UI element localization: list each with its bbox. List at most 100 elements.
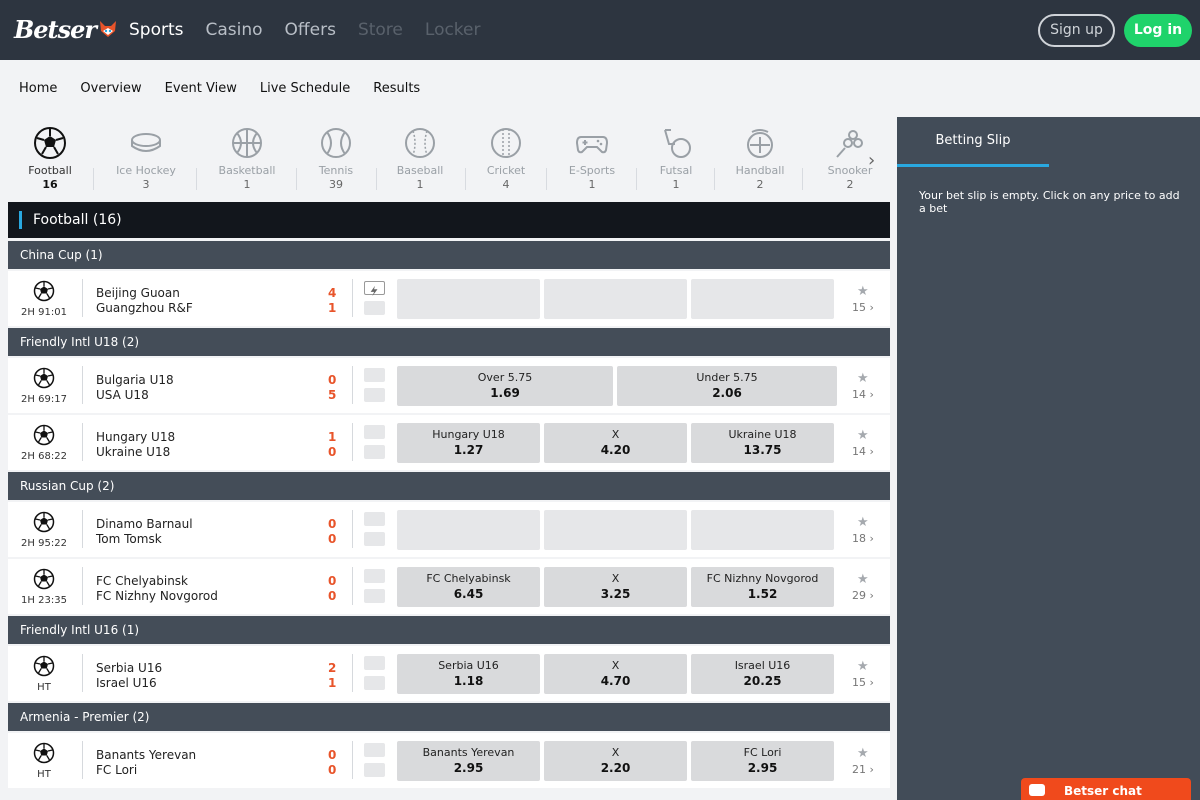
- league-header[interactable]: China Cup (1): [8, 241, 890, 269]
- brand-logo[interactable]: Betser: [14, 14, 118, 44]
- sport-futsal[interactable]: Futsal 1: [646, 120, 706, 200]
- home-team[interactable]: Hungary U18: [96, 430, 175, 444]
- more-markets-link[interactable]: 15 ›: [852, 676, 874, 689]
- star-icon[interactable]: ★: [857, 284, 869, 299]
- away-team[interactable]: Tom Tomsk: [96, 532, 162, 546]
- subnav-live-schedule[interactable]: Live Schedule: [260, 81, 350, 96]
- home-team[interactable]: Dinamo Barnaul: [96, 517, 193, 531]
- odds-price: 20.25: [743, 674, 782, 688]
- home-team[interactable]: FC Chelyabinsk: [96, 574, 188, 588]
- odds-button[interactable]: Serbia U16 1.18: [397, 654, 540, 694]
- event-row[interactable]: HT Serbia U16 Israel U16 2 1 Serbia U16 1.18 X 4…: [8, 646, 890, 701]
- event-row[interactable]: 2H 95:22 Dinamo Barnaul Tom Tomsk 0 0 ★ 18 ›: [8, 502, 890, 557]
- star-icon[interactable]: ★: [857, 515, 869, 530]
- subnav-home[interactable]: Home: [19, 81, 57, 96]
- star-icon[interactable]: ★: [857, 371, 869, 386]
- home-team[interactable]: Bulgaria U18: [96, 373, 174, 387]
- sign-up-button[interactable]: Sign up: [1038, 14, 1115, 47]
- home-team[interactable]: Serbia U16: [96, 661, 162, 675]
- event-row[interactable]: 2H 91:01 Beijing Guoan Guangzhou R&F 4 1 ★ 15 …: [8, 271, 890, 326]
- more-markets-link[interactable]: 15 ›: [852, 301, 874, 314]
- away-team[interactable]: USA U18: [96, 388, 149, 402]
- divider: [196, 168, 197, 190]
- event-row[interactable]: HT Banants Yerevan FC Lori 0 0 Banants Yereva…: [8, 733, 890, 788]
- odds-button[interactable]: Under 5.75 2.06: [617, 366, 837, 406]
- sub-nav: Home Overview Event View Live Schedule R…: [0, 60, 1200, 117]
- odds-placeholder: [397, 510, 540, 550]
- odds-button[interactable]: X 3.25: [544, 567, 687, 607]
- event-row[interactable]: 1H 23:35 FC Chelyabinsk FC Nizhny Novgorod…: [8, 559, 890, 614]
- nav-casino[interactable]: Casino: [195, 0, 274, 60]
- match-clock: 2H 69:17: [21, 394, 67, 405]
- sport-e-sports[interactable]: E-Sports 1: [558, 120, 626, 200]
- nav-store[interactable]: Store: [347, 0, 414, 60]
- log-in-button[interactable]: Log in: [1124, 14, 1192, 47]
- away-team[interactable]: Guangzhou R&F: [96, 301, 193, 315]
- odds-button[interactable]: X 4.20: [544, 423, 687, 463]
- sport-basketball[interactable]: Basketball 1: [211, 120, 283, 200]
- odds-button[interactable]: Over 5.75 1.69: [397, 366, 613, 406]
- sport-cricket[interactable]: Cricket 4: [476, 120, 536, 200]
- star-icon[interactable]: ★: [857, 659, 869, 674]
- more-markets-link[interactable]: 14 ›: [852, 445, 874, 458]
- sport-tennis[interactable]: Tennis 39: [306, 120, 366, 200]
- divider: [82, 741, 83, 779]
- odds-placeholder: [397, 279, 540, 319]
- odds-button[interactable]: FC Lori 2.95: [691, 741, 834, 781]
- subnav-event-view[interactable]: Event View: [165, 81, 237, 96]
- more-markets-link[interactable]: 18 ›: [852, 532, 874, 545]
- tab-betting-slip[interactable]: Betting Slip: [897, 117, 1049, 167]
- odds-button[interactable]: Hungary U18 1.27: [397, 423, 540, 463]
- stat-indicator: [364, 589, 385, 603]
- nav-sports[interactable]: Sports: [118, 0, 195, 60]
- league-header[interactable]: Friendly Intl U18 (2): [8, 328, 890, 356]
- league-header[interactable]: Friendly Intl U16 (1): [8, 616, 890, 644]
- sport-handball[interactable]: Handball 2: [730, 120, 790, 200]
- sports-ribbon: Football 16 Ice Hockey 3 Basketball 1 Te…: [8, 120, 890, 200]
- away-team[interactable]: FC Nizhny Novgorod: [96, 589, 218, 603]
- home-score: 2: [328, 661, 337, 675]
- away-score: 0: [328, 763, 337, 777]
- more-markets-link[interactable]: 21 ›: [852, 763, 874, 776]
- away-team[interactable]: Israel U16: [96, 676, 157, 690]
- subnav-results[interactable]: Results: [373, 81, 420, 96]
- more-markets-link[interactable]: 29 ›: [852, 589, 874, 602]
- lightning-icon[interactable]: [364, 281, 385, 297]
- star-icon[interactable]: ★: [857, 746, 869, 761]
- event-row[interactable]: 2H 68:22 Hungary U18 Ukraine U18 1 0 Hungary …: [8, 415, 890, 470]
- odds-placeholder: [544, 510, 687, 550]
- star-icon[interactable]: ★: [857, 428, 869, 443]
- home-team[interactable]: Banants Yerevan: [96, 748, 196, 762]
- odds-button[interactable]: Ukraine U18 13.75: [691, 423, 834, 463]
- odds-button[interactable]: FC Nizhny Novgorod 1.52: [691, 567, 834, 607]
- odds-button[interactable]: FC Chelyabinsk 6.45: [397, 567, 540, 607]
- event-row[interactable]: 2H 69:17 Bulgaria U18 USA U18 0 5 Over 5.75 1.…: [8, 358, 890, 413]
- odds-label: X: [611, 572, 620, 585]
- fox-logo-icon: [100, 21, 117, 37]
- odds-button[interactable]: X 2.20: [544, 741, 687, 781]
- chat-button[interactable]: Betser chat: [1021, 778, 1191, 800]
- sport-name: Handball: [735, 164, 785, 177]
- more-markets-link[interactable]: 14 ›: [852, 388, 874, 401]
- nav-locker[interactable]: Locker: [414, 0, 492, 60]
- chevron-right-icon[interactable]: ›: [868, 150, 875, 171]
- divider: [802, 168, 803, 190]
- league-header[interactable]: Armenia - Premier (2): [8, 703, 890, 731]
- odds-button[interactable]: Israel U16 20.25: [691, 654, 834, 694]
- sport-baseball[interactable]: Baseball 1: [390, 120, 450, 200]
- odds-button[interactable]: Banants Yerevan 2.95: [397, 741, 540, 781]
- home-team[interactable]: Beijing Guoan: [96, 286, 180, 300]
- away-team[interactable]: FC Lori: [96, 763, 137, 777]
- more-markets-count: 29: [852, 589, 866, 602]
- sport-ice-hockey[interactable]: Ice Hockey 3: [110, 120, 182, 200]
- odds-button[interactable]: X 4.70: [544, 654, 687, 694]
- home-score: 1: [328, 430, 337, 444]
- odds-price: 2.06: [712, 386, 742, 400]
- league-header[interactable]: Russian Cup (2): [8, 472, 890, 500]
- away-team[interactable]: Ukraine U18: [96, 445, 170, 459]
- star-icon[interactable]: ★: [857, 572, 869, 587]
- nav-offers[interactable]: Offers: [274, 0, 347, 60]
- subnav-overview[interactable]: Overview: [80, 81, 141, 96]
- odds-price: 6.45: [453, 587, 484, 601]
- sport-football[interactable]: Football 16: [18, 120, 82, 200]
